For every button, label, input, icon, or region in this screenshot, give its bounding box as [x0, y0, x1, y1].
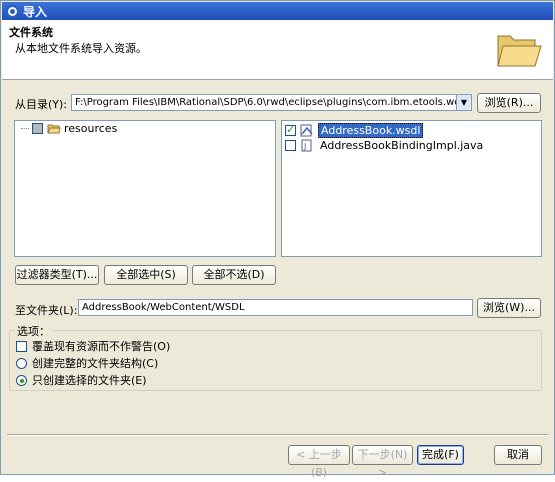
- file-checkbox[interactable]: [285, 123, 296, 136]
- footer-separator: [7, 434, 548, 436]
- browse-to-button[interactable]: 浏览(W)...: [477, 298, 541, 318]
- file-checkbox[interactable]: [285, 140, 296, 151]
- folder-tree-panel[interactable]: resources: [14, 120, 276, 257]
- wizard-header: 文件系统 从本地文件系统导入资源。: [2, 20, 553, 80]
- list-item-addressbookbindingimpl-java[interactable]: J AddressBookBindingImpl.java: [285, 139, 485, 152]
- create-selected-folders-option[interactable]: 只创建选择的文件夹(E): [16, 372, 147, 388]
- overwrite-label: 覆盖现有资源而不作警告(O): [32, 340, 171, 353]
- eclipse-icon: [6, 4, 19, 18]
- options-label: 选项：: [15, 323, 52, 339]
- title-bar[interactable]: 导入: [2, 2, 553, 20]
- page-title: 文件系统: [9, 26, 53, 39]
- tree-checkbox[interactable]: [32, 123, 43, 134]
- browse-from-button[interactable]: 浏览(R)...: [477, 93, 541, 113]
- from-directory-label: 从目录(Y):: [15, 98, 68, 111]
- from-directory-value: F:\Program Files\IBM\Rational\SDP\6.0\rw…: [75, 97, 471, 108]
- wsdl-icon: [300, 124, 313, 137]
- create-selected-radio[interactable]: [16, 374, 27, 386]
- overwrite-option[interactable]: 覆盖现有资源而不作警告(O): [16, 338, 170, 354]
- to-folder-input[interactable]: AddressBook/WebContent/WSDL: [78, 299, 473, 316]
- to-folder-label: 至文件夹(L):: [15, 304, 78, 317]
- deselect-all-button[interactable]: 全部不选(D): [192, 265, 276, 285]
- to-folder-value: AddressBook/WebContent/WSDL: [82, 302, 245, 313]
- tree-item-resources[interactable]: resources: [21, 122, 117, 135]
- chevron-down-icon[interactable]: ▼: [456, 95, 471, 110]
- file-label: AddressBookBindingImpl.java: [320, 139, 484, 152]
- finish-button[interactable]: 完成(F): [417, 445, 464, 465]
- window-title: 导入: [23, 4, 48, 19]
- back-button[interactable]: < 上一步(B): [288, 445, 350, 479]
- next-button[interactable]: 下一步(N) >: [352, 445, 413, 479]
- overwrite-checkbox[interactable]: [16, 340, 27, 352]
- open-folder-icon: [497, 35, 542, 67]
- folder-icon: [47, 124, 61, 134]
- filter-types-button[interactable]: 过滤器类型(T)...: [15, 265, 99, 285]
- import-dialog: 导入 文件系统 从本地文件系统导入资源。 从目录(Y): F:\Program …: [0, 0, 555, 479]
- list-item-addressbook-wsdl[interactable]: AddressBook.wsdl: [285, 123, 424, 138]
- create-full-label: 创建完整的文件夹结构(C): [32, 357, 159, 370]
- file-label: AddressBook.wsdl: [318, 123, 424, 138]
- cancel-button[interactable]: 取消: [494, 445, 542, 465]
- file-list-panel[interactable]: AddressBook.wsdl J AddressBookBindingImp…: [281, 120, 542, 257]
- java-file-icon: J: [301, 139, 312, 152]
- from-directory-combo[interactable]: F:\Program Files\IBM\Rational\SDP\6.0\rw…: [71, 94, 472, 111]
- tree-item-label: resources: [64, 122, 118, 135]
- select-all-button[interactable]: 全部选中(S): [104, 265, 188, 285]
- create-full-structure-option[interactable]: 创建完整的文件夹结构(C): [16, 355, 158, 371]
- page-description: 从本地文件系统导入资源。: [15, 42, 147, 55]
- create-full-radio[interactable]: [16, 357, 27, 369]
- svg-text:J: J: [303, 142, 306, 151]
- create-selected-label: 只创建选择的文件夹(E): [32, 374, 147, 387]
